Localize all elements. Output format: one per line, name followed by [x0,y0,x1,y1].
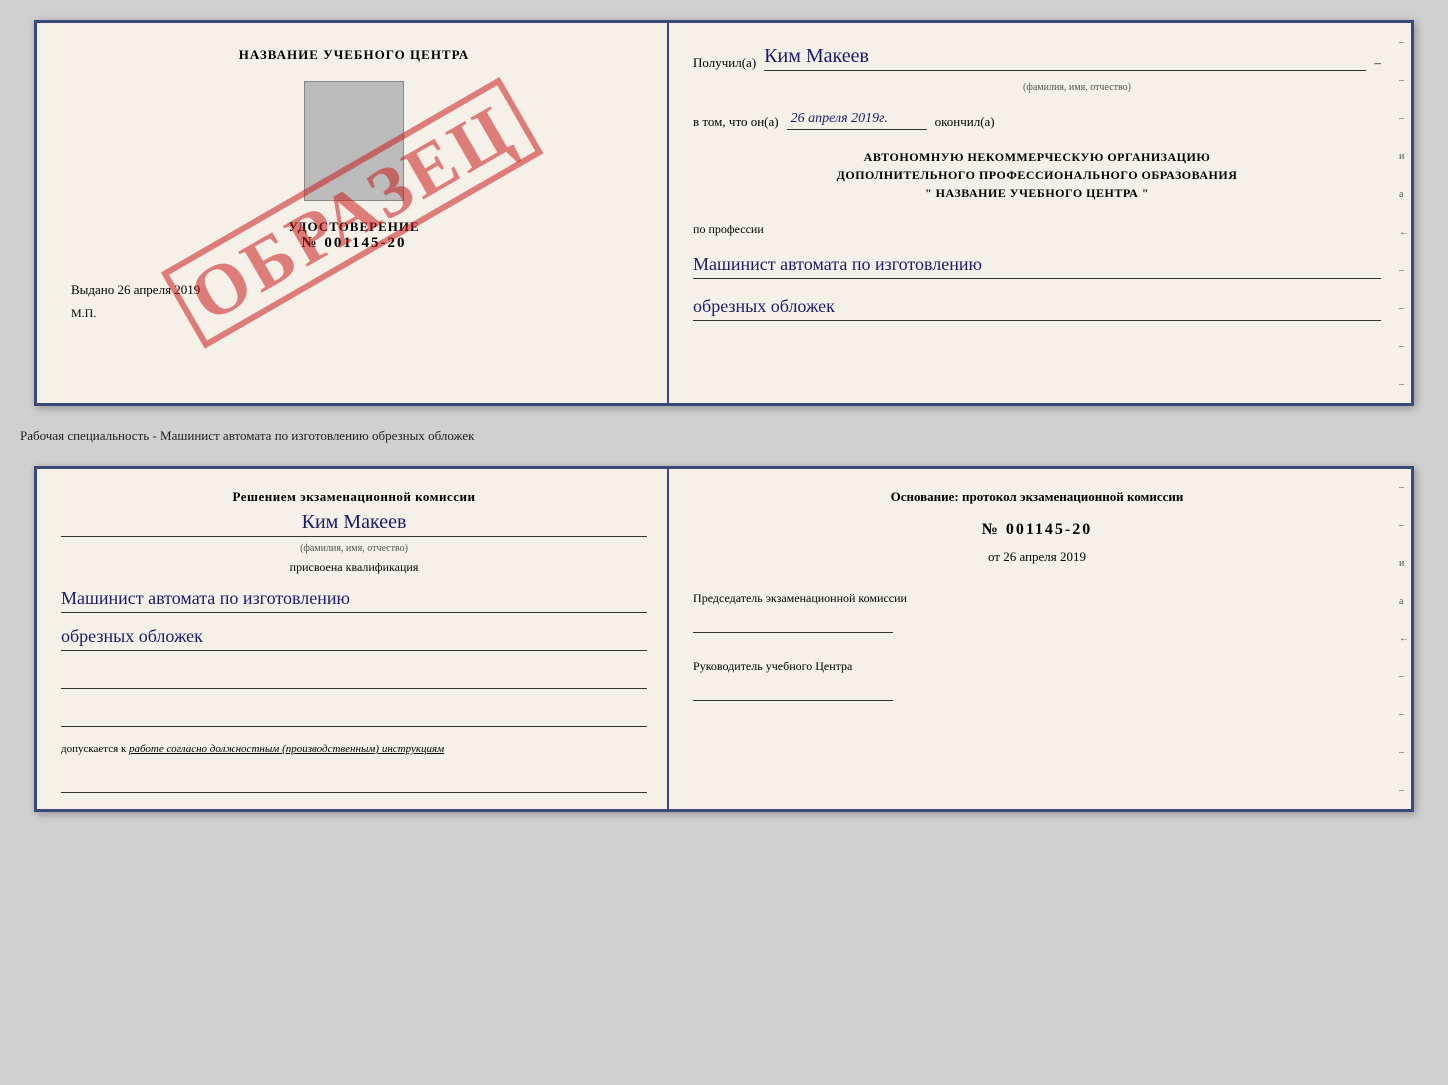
rukovod-block: Руководитель учебного Центра [693,657,1381,701]
komissia-name: Ким Макеев [61,511,647,537]
blank-line-3 [61,771,647,793]
dopuskaetsya-block: допускается к работе согласно должностны… [61,743,647,755]
org-block: АВТОНОМНУЮ НЕКОММЕРЧЕСКУЮ ОРГАНИЗАЦИЮ ДО… [693,148,1381,202]
vtom-date: 26 апреля 2019г. [787,111,927,130]
rukovod-label: Руководитель учебного Центра [693,657,1381,675]
top-doc-right: Получил(а) Ким Макеев – (фамилия, имя, о… [669,23,1411,403]
vtom-line: в том, что он(а) 26 апреля 2019г. окончи… [693,111,1381,130]
vydano-line: Выдано 26 апреля 2019 [61,282,200,298]
org-name: НАЗВАНИЕ УЧЕБНОГО ЦЕНТРА [936,186,1139,200]
top-doc-left: НАЗВАНИЕ УЧЕБНОГО ЦЕНТРА УДОСТОВЕРЕНИЕ №… [37,23,669,403]
vydano-label: Выдано [71,282,114,297]
fio-subtitle-bottom: (фамилия, имя, отчество) [61,543,647,554]
protocol-number: № 001145-20 [693,521,1381,539]
kvalif-line1: Машинист автомата по изготовлению [61,585,647,613]
osnov-title: Основание: протокол экзаменационной коми… [693,489,1381,505]
predsedatel-block: Председатель экзаменационной комиссии [693,589,1381,633]
prisvoena-label: присвоена квалификация [61,560,647,575]
dopuskaetsya-label: допускается к [61,743,126,755]
kvalif-line2: обрезных обложек [61,623,647,651]
rukovod-signature-line [693,679,893,701]
blank-line-1 [61,667,647,689]
mp-line: М.П. [61,306,96,321]
dash-after-name: – [1374,55,1381,71]
separator-text: Рабочая специальность - Машинист автомат… [20,424,474,448]
bottom-document: Решением экзаменационной комиссии Ким Ма… [34,466,1414,812]
vtom-label: в том, что он(а) [693,114,779,130]
udostoverenie-block: УДОСТОВЕРЕНИЕ № 001145-20 [288,219,419,252]
org-name-line: " НАЗВАНИЕ УЧЕБНОГО ЦЕНТРА " [693,184,1381,202]
komissia-title: Решением экзаменационной комиссии [61,489,647,505]
protocol-date: от 26 апреля 2019 [693,549,1381,565]
recipient-name: Ким Макеев [764,45,1366,71]
org-line1: АВТОНОМНУЮ НЕКОММЕРЧЕСКУЮ ОРГАНИЗАЦИЮ [693,148,1381,166]
profession-line2: обрезных обложек [693,293,1381,321]
top-document: НАЗВАНИЕ УЧЕБНОГО ЦЕНТРА УДОСТОВЕРЕНИЕ №… [34,20,1414,406]
profession-line1: Машинист автомата по изготовлению [693,251,1381,279]
blank-line-2 [61,705,647,727]
fio-subtitle-top: (фамилия, имя, отчество) [773,82,1381,93]
protocol-date-prefix: от [988,549,1000,564]
recipient-line: Получил(а) Ким Макеев – [693,45,1381,71]
po-professii-label: по профессии [693,222,1381,237]
udostoverenie-label: УДОСТОВЕРЕНИЕ [288,219,419,235]
right-edge-marks: – – – и а ← – – – – [1399,23,1409,403]
photo-placeholder [304,81,404,201]
predsedatel-signature-line [693,611,893,633]
okonchil-label: окончил(а) [935,114,995,130]
protocol-date-value: 26 апреля 2019 [1003,549,1086,564]
udostoverenie-number: № 001145-20 [288,235,419,252]
bottom-doc-right: Основание: протокол экзаменационной коми… [669,469,1411,809]
vydano-date: 26 апреля 2019 [118,282,201,297]
predsedatel-label: Председатель экзаменационной комиссии [693,589,1381,607]
org-line2: ДОПОЛНИТЕЛЬНОГО ПРОФЕССИОНАЛЬНОГО ОБРАЗО… [693,166,1381,184]
dopuskaetsya-text: работе согласно должностным (производств… [129,743,444,755]
poluchil-label: Получил(а) [693,55,756,71]
org-quote2: " [1142,186,1149,200]
school-name-left: НАЗВАНИЕ УЧЕБНОГО ЦЕНТРА [239,47,470,63]
bottom-right-edge-marks: – – и а ← – – – – [1399,469,1409,809]
bottom-doc-left: Решением экзаменационной комиссии Ким Ма… [37,469,669,809]
org-quote1: " [925,186,932,200]
